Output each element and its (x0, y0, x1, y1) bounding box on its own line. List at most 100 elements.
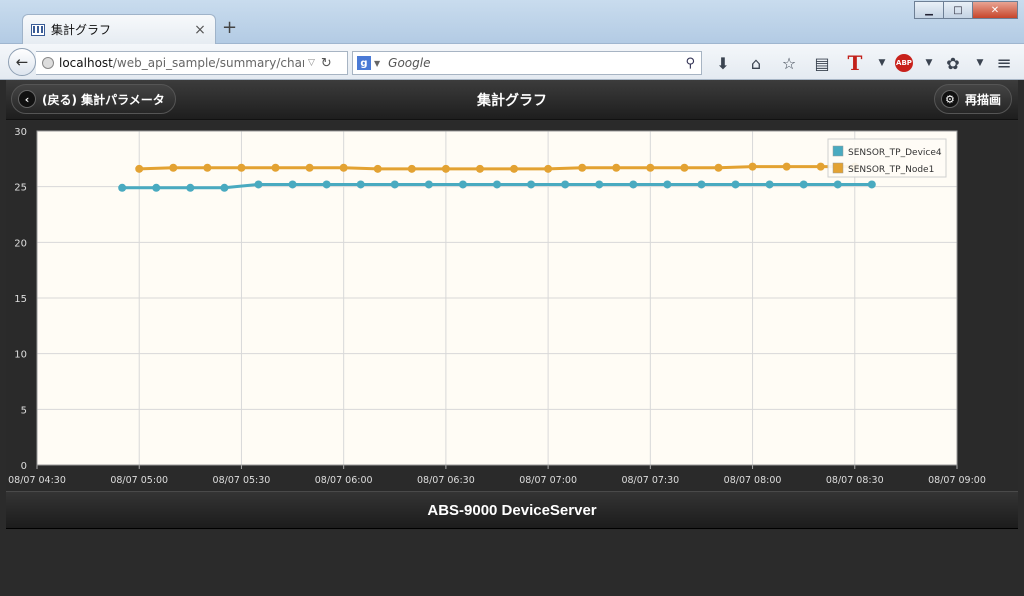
browser-titlebar: 集計グラフ × + ▁ □ ✕ (0, 0, 1024, 44)
browser-tab[interactable]: 集計グラフ × (22, 14, 216, 44)
window-controls: ▁ □ ✕ (914, 1, 1018, 19)
series-1-point (254, 180, 263, 189)
redraw-button[interactable]: ⚙ 再描画 (933, 84, 1012, 114)
y-tick-label: 30 (14, 127, 27, 138)
series-2-point (271, 163, 280, 172)
url-text[interactable]: localhost/web_api_sample/summary/chart/i… (59, 56, 304, 70)
hamburger-menu-icon[interactable]: ≡ (993, 52, 1015, 74)
series-2-point (237, 163, 246, 172)
download-icon[interactable]: ⬇ (712, 52, 734, 74)
maximize-window-button[interactable]: □ (943, 1, 973, 19)
browser-back-button[interactable]: ← (8, 48, 36, 76)
series-1-point (561, 180, 570, 189)
y-tick-label: 0 (21, 461, 27, 472)
series-1-point (493, 180, 501, 189)
browser-navbar: ← localhost/web_api_sample/summary/chart… (0, 44, 1024, 80)
series-2-point (339, 163, 348, 172)
y-tick-label: 10 (14, 350, 27, 361)
series-1-point (424, 180, 433, 189)
series-2-point (135, 164, 144, 173)
globe-icon (42, 57, 54, 69)
series-1-point (186, 183, 195, 192)
series-2-point (373, 164, 382, 173)
series-1-point (220, 183, 229, 192)
series-2-point (782, 162, 791, 171)
reload-icon[interactable]: ↻ (321, 56, 332, 71)
series-2-point (407, 164, 416, 173)
series-1-point (765, 180, 774, 189)
series-1-point (356, 180, 365, 189)
address-bar[interactable]: localhost/web_api_sample/summary/chart/i… (36, 51, 348, 75)
series-1-point (867, 180, 876, 189)
redraw-button-label: 再描画 (964, 92, 1001, 107)
x-tick-label: 08/07 06:30 (417, 475, 475, 486)
adblock-icon[interactable]: ABP (895, 54, 913, 72)
series-1-point (629, 180, 638, 189)
series-1-point (833, 180, 842, 189)
series-2-point (714, 163, 723, 172)
series-1-point (663, 180, 672, 189)
dropdown-arrow-icon[interactable]: ▼ (877, 52, 887, 74)
legend-label: SENSOR_TP_Node1 (848, 165, 934, 175)
close-window-button[interactable]: ✕ (972, 1, 1018, 19)
x-tick-label: 08/07 06:00 (315, 475, 373, 486)
y-tick-label: 25 (14, 183, 27, 194)
legend-swatch (832, 145, 844, 157)
new-tab-button[interactable]: + (222, 18, 237, 38)
engine-dropdown-icon[interactable]: ▼ (374, 59, 380, 68)
x-tick-label: 08/07 08:00 (724, 475, 782, 486)
series-2-point (816, 162, 825, 171)
page-header: ‹ (戻る) 集計パラメータ 集計グラフ ⚙ 再描画 (6, 80, 1018, 120)
series-1-point (390, 180, 399, 189)
series-2-point (680, 163, 689, 172)
series-2-point (169, 163, 178, 172)
x-tick-label: 08/07 04:30 (8, 475, 66, 486)
series-1-point (731, 180, 740, 189)
adblock-dropdown-icon[interactable]: ▼ (924, 52, 934, 74)
extension-icon[interactable]: ✿ (942, 52, 964, 74)
search-bar[interactable]: g ▼ Google ⚲ (352, 51, 702, 75)
page-footer: ABS-9000 DeviceServer (6, 491, 1018, 529)
x-tick-label: 08/07 09:00 (928, 475, 986, 486)
google-engine-icon[interactable]: g (357, 56, 371, 70)
page-bottom-area (6, 529, 1018, 596)
toolbar-icons: ⬇ ⌂ ☆ ▤ T ▼ ABP ▼ ✿ ▼ ≡ (712, 51, 1024, 75)
x-tick-label: 08/07 08:30 (826, 475, 884, 486)
series-1-point (118, 183, 127, 192)
series-1-point (458, 180, 467, 189)
y-tick-label: 15 (14, 294, 27, 305)
tab-title: 集計グラフ (51, 23, 112, 37)
series-2-point (544, 164, 553, 173)
extension-dropdown-icon[interactable]: ▼ (975, 52, 985, 74)
tab-close-icon[interactable]: × (193, 22, 207, 38)
series-2-point (646, 163, 655, 172)
x-tick-label: 08/07 05:30 (213, 475, 271, 486)
series-1-point (799, 180, 808, 189)
series-2-point (578, 163, 587, 172)
series-2-point (748, 162, 757, 171)
minimize-window-button[interactable]: ▁ (914, 1, 944, 19)
series-2-point (203, 163, 212, 172)
y-tick-label: 20 (14, 238, 27, 249)
x-tick-label: 08/07 05:00 (110, 475, 168, 486)
series-2-point (510, 164, 519, 173)
url-path: /web_api_sample/summary/chart/in (112, 56, 304, 70)
bookmark-star-icon[interactable]: ☆ (778, 52, 800, 74)
search-placeholder[interactable]: Google (388, 56, 685, 70)
arrow-left-icon: ← (15, 53, 29, 71)
series-1-point (527, 180, 536, 189)
series-1-point (697, 180, 706, 189)
search-icon[interactable]: ⚲ (685, 56, 695, 71)
series-1-point (288, 180, 297, 189)
url-host: localhost (59, 56, 113, 70)
x-tick-label: 08/07 07:30 (621, 475, 679, 486)
chart-area: 0 5 10 15 20 25 30 08/07 04:30 08/07 05:00 08/07 … (6, 121, 1018, 491)
series-1-point (322, 180, 331, 189)
series-1-point (595, 180, 604, 189)
translate-t-icon[interactable]: T (844, 51, 866, 75)
home-icon[interactable]: ⌂ (745, 52, 767, 74)
legend-swatch (832, 162, 844, 174)
series-2-point (441, 164, 450, 173)
reading-list-icon[interactable]: ▤ (811, 52, 833, 74)
url-dropdown-icon[interactable]: ▽ (308, 58, 315, 68)
